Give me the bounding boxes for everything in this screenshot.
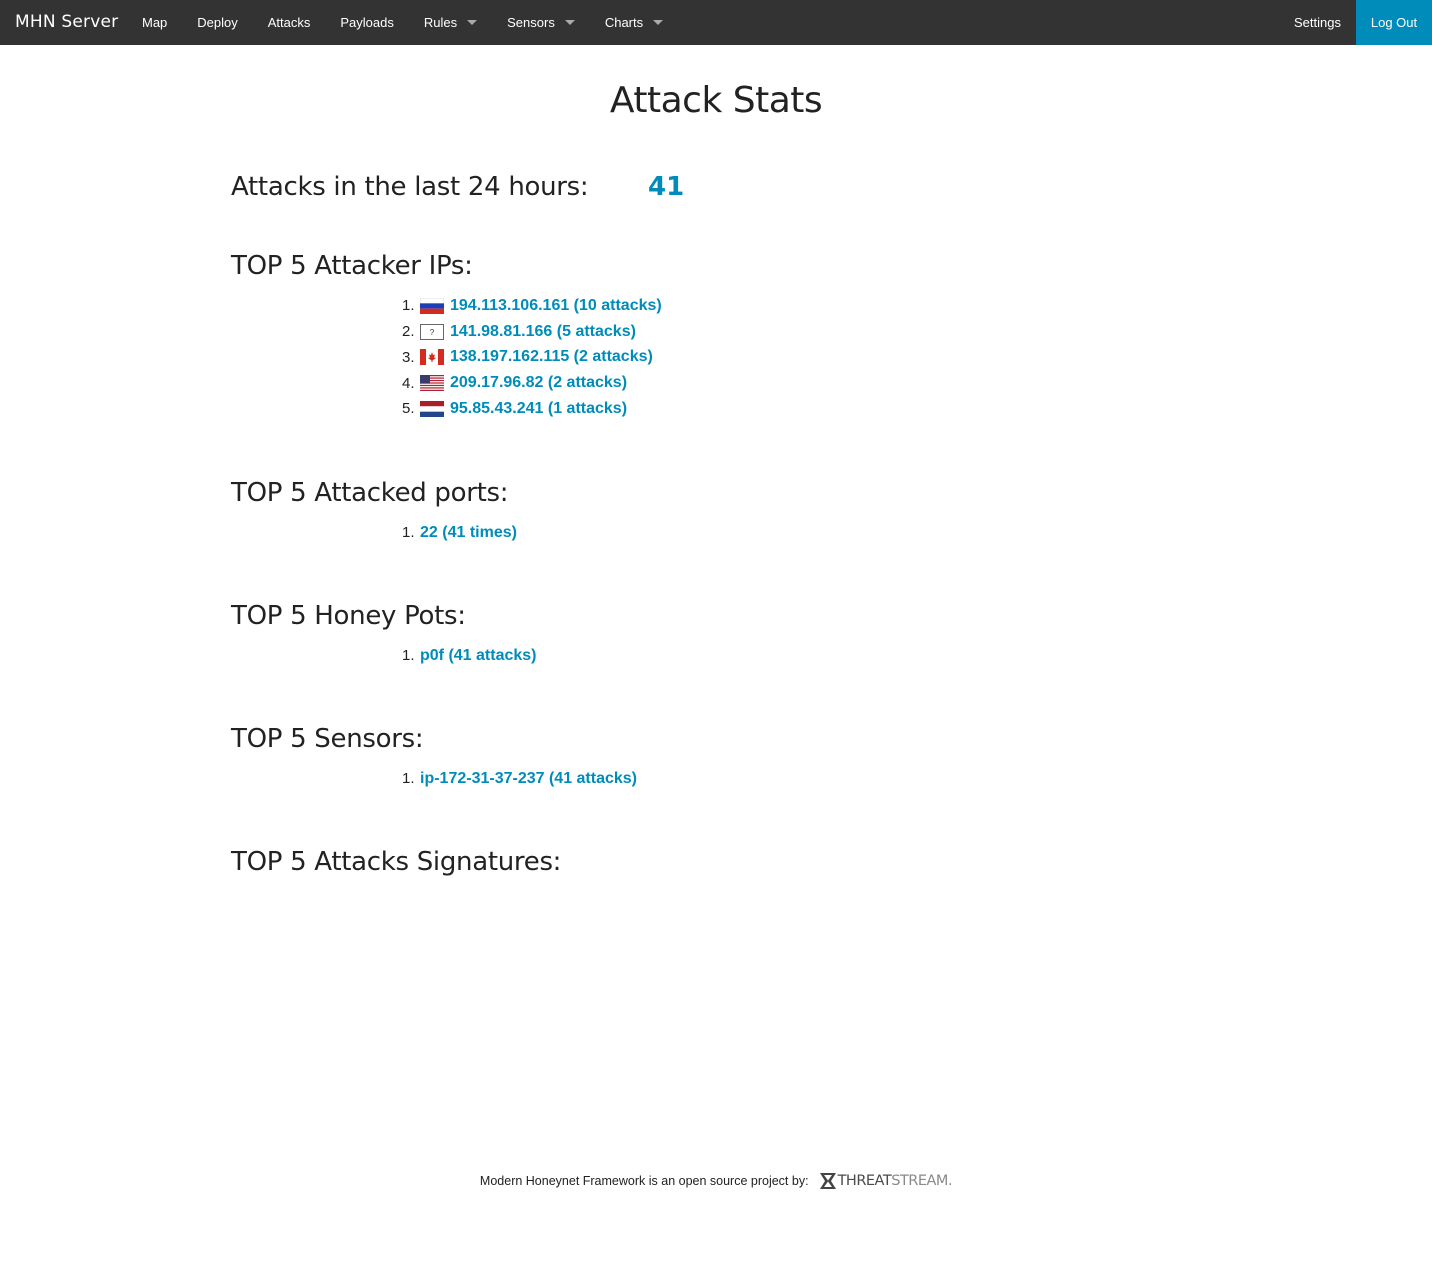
logo-word-stream: STREAM. <box>891 1173 953 1189</box>
nav-item-payloads[interactable]: Payloads <box>325 0 408 45</box>
attacker-ip-link[interactable]: 194.113.106.161 (10 attacks) <box>450 297 662 315</box>
attacks-24h-count[interactable]: 41 <box>648 172 684 202</box>
nav-item-deploy[interactable]: Deploy <box>182 0 252 45</box>
nav-item-sensors-dropdown[interactable]: Sensors <box>492 0 590 45</box>
list-item: 1. p0f (41 attacks) <box>402 643 537 669</box>
attacks-24h-label: Attacks in the last 24 hours: <box>231 172 589 202</box>
rank-number: 1. <box>402 524 415 542</box>
page-title: Attack Stats <box>609 80 823 121</box>
nav-item-map[interactable]: Map <box>127 0 182 45</box>
svg-text:?: ? <box>430 328 435 337</box>
settings-link[interactable]: Settings <box>1279 0 1356 45</box>
attacked-port-link[interactable]: 22 (41 times) <box>420 524 517 542</box>
list-item: 1. 22 (41 times) <box>402 520 517 546</box>
top-ports-list: 1. 22 (41 times) <box>402 520 517 546</box>
logout-button[interactable]: Log Out <box>1356 0 1432 45</box>
sensor-link[interactable]: ip-172-31-37-237 (41 attacks) <box>420 770 637 788</box>
canada-flag-icon <box>420 349 444 366</box>
russia-flag-icon <box>420 297 444 314</box>
netherlands-flag-icon <box>420 400 444 417</box>
top-ports-heading: TOP 5 Attacked ports: <box>231 478 509 508</box>
top-sensors-list: 1. ip-172-31-37-237 (41 attacks) <box>402 766 637 792</box>
nav-item-charts-dropdown[interactable]: Charts <box>590 0 678 45</box>
caret-down-icon <box>467 20 478 25</box>
list-item: 1. ip-172-31-37-237 (41 attacks) <box>402 766 637 792</box>
rank-number: 1. <box>402 770 415 788</box>
top-sensors-heading: TOP 5 Sensors: <box>231 724 424 754</box>
attacker-ip-link[interactable]: 209.17.96.82 (2 attacks) <box>450 374 627 392</box>
logo-word-threat: THREAT <box>837 1173 892 1189</box>
top-honeypots-heading: TOP 5 Honey Pots: <box>231 601 466 631</box>
nav-item-label: Payloads <box>340 15 394 30</box>
nav-item-label: Sensors <box>507 15 555 30</box>
list-item: 1. 194.113.106.161 (10 attacks) <box>402 293 662 319</box>
footer: Modern Honeynet Framework is an open sou… <box>0 1168 1432 1194</box>
nav-item-attacks[interactable]: Attacks <box>253 0 326 45</box>
rank-number: 4. <box>402 374 415 392</box>
caret-down-icon <box>564 20 575 25</box>
unknown-flag-icon: ? <box>420 323 444 340</box>
nav-right: Settings Log Out <box>1279 0 1432 45</box>
nav-item-label: Attacks <box>267 15 311 30</box>
list-item: 3. 138.197.162.115 (2 attacks) <box>402 345 662 371</box>
honeypot-link[interactable]: p0f (41 attacks) <box>420 647 537 665</box>
caret-down-icon <box>653 20 664 25</box>
attacker-ip-link[interactable]: 141.98.81.166 (5 attacks) <box>450 323 636 341</box>
usa-flag-icon <box>420 375 444 392</box>
nav-item-label: Charts <box>604 15 644 30</box>
top-ips-list: 1. 194.113.106.161 (10 attacks) 2. ? 141… <box>402 293 662 422</box>
nav-menu: Map Deploy Attacks Payloads Rules Sensor… <box>127 0 678 45</box>
nav-item-label: Deploy <box>197 15 238 30</box>
rank-number: 1. <box>402 297 415 315</box>
rank-number: 5. <box>402 400 415 418</box>
top-navbar: MHN Server Map Deploy Attacks Payloads R… <box>0 0 1432 45</box>
top-honeypots-list: 1. p0f (41 attacks) <box>402 643 537 669</box>
rank-number: 1. <box>402 647 415 665</box>
rank-number: 2. <box>402 323 415 341</box>
nav-item-rules-dropdown[interactable]: Rules <box>409 0 492 45</box>
threatstream-logo[interactable]: THREAT STREAM. <box>819 1172 953 1190</box>
rank-number: 3. <box>402 348 415 366</box>
list-item: 4. 209.17.96.82 (2 attacks) <box>402 370 662 396</box>
attacker-ip-link[interactable]: 138.197.162.115 (2 attacks) <box>450 348 653 366</box>
brand-link[interactable]: MHN Server <box>15 0 118 45</box>
nav-item-label: Map <box>142 15 168 30</box>
footer-text: Modern Honeynet Framework is an open sou… <box>479 1174 809 1188</box>
top-ips-heading: TOP 5 Attacker IPs: <box>231 251 473 281</box>
list-item: 5. 95.85.43.241 (1 attacks) <box>402 396 662 422</box>
list-item: 2. ? 141.98.81.166 (5 attacks) <box>402 319 662 345</box>
threatstream-mark-icon <box>819 1172 837 1190</box>
top-signatures-heading: TOP 5 Attacks Signatures: <box>231 847 562 877</box>
nav-item-label: Rules <box>423 15 458 30</box>
attacker-ip-link[interactable]: 95.85.43.241 (1 attacks) <box>450 400 627 418</box>
